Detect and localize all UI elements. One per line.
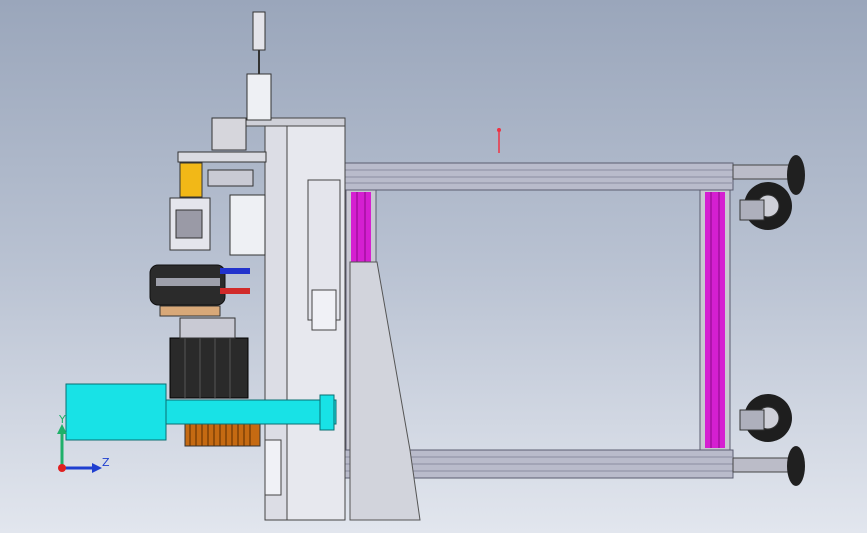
gear	[184, 423, 261, 447]
caster-bottom[interactable]	[732, 394, 805, 486]
caster-top[interactable]	[732, 155, 805, 230]
machine-model[interactable]	[0, 0, 867, 533]
motor[interactable]	[169, 317, 249, 399]
yellow-part	[179, 162, 203, 198]
pointer-marker	[497, 128, 501, 153]
cyan-shaft[interactable]	[165, 399, 337, 425]
pulley[interactable]	[149, 264, 226, 317]
cylinder-rod[interactable]	[246, 11, 272, 121]
right-post	[699, 189, 731, 451]
cad-viewport[interactable]: Y Z	[0, 0, 867, 533]
side-panel	[349, 261, 421, 521]
frame-top-rail	[342, 162, 734, 191]
axis-triad	[57, 424, 102, 473]
y-axis-label: Y	[59, 413, 66, 426]
z-axis-label: Z	[102, 456, 110, 469]
